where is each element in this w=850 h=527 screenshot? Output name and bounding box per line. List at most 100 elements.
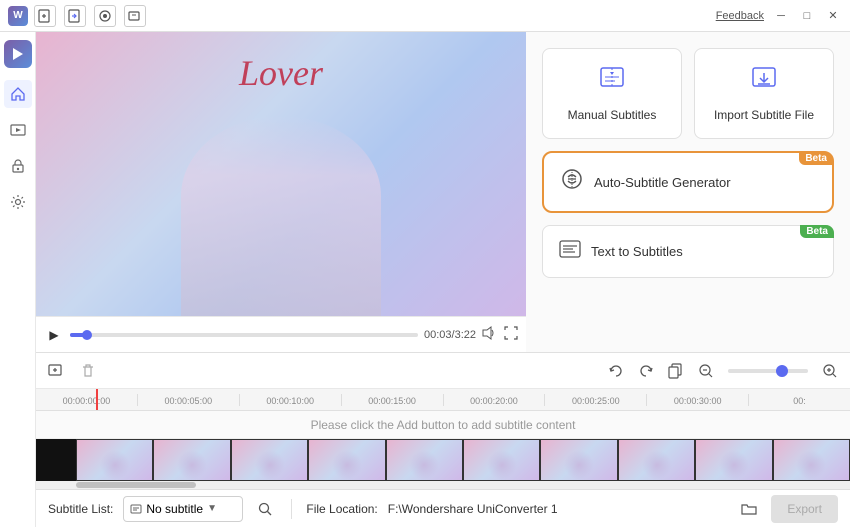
zoom-in-button[interactable] — [818, 359, 842, 383]
thumb-frame-3 — [231, 439, 308, 481]
text-to-subtitles-card[interactable]: Text to Subtitles Beta — [542, 225, 834, 278]
auto-subtitle-beta-badge: Beta — [799, 152, 833, 165]
timeline-ruler: 00:00:00:00 00:00:05:00 00:00:10:00 00:0… — [36, 389, 850, 411]
manual-subtitles-label: Manual Subtitles — [568, 108, 657, 122]
text-to-subtitles-icon — [559, 238, 581, 265]
zoom-slider[interactable] — [728, 369, 808, 373]
top-area: Lover ▶ 00:03/3:22 — [36, 32, 850, 352]
manual-subtitles-icon — [598, 65, 626, 100]
thumb-frame-9 — [695, 439, 772, 481]
ruler-tick-5: 00:00:25:00 — [544, 394, 646, 406]
export-tool[interactable] — [124, 5, 146, 27]
zoom-thumb — [776, 365, 788, 377]
right-panel: Manual Subtitles Import Subtitle File — [526, 32, 850, 352]
time-display: 00:03/3:22 — [424, 329, 476, 341]
sidebar-item-settings[interactable] — [4, 188, 32, 216]
close-button[interactable]: ✕ — [824, 7, 842, 25]
bottom-bar: Subtitle List: No subtitle ▼ File Locati… — [36, 489, 850, 527]
thumb-frame-1 — [76, 439, 153, 481]
ruler-tick-7: 00: — [748, 394, 850, 406]
search-button[interactable] — [253, 497, 277, 521]
subtitle-select-icon — [130, 503, 142, 515]
scrollbar-thumb — [76, 482, 196, 488]
timeline-content: Please click the Add button to add subti… — [36, 411, 850, 489]
subtitle-list-label: Subtitle List: — [48, 502, 113, 516]
redo-button[interactable] — [634, 359, 658, 383]
text-to-subtitles-beta-badge: Beta — [800, 225, 834, 238]
progress-dot — [82, 330, 92, 340]
ruler-tick-1: 00:00:05:00 — [137, 394, 239, 406]
sidebar-item-lock[interactable] — [4, 152, 32, 180]
ruler-ticks: 00:00:00:00 00:00:05:00 00:00:10:00 00:0… — [36, 394, 850, 406]
timeline-tools-right — [604, 359, 842, 383]
video-title-overlay: Lover — [239, 52, 323, 94]
title-bar-left: W — [8, 5, 146, 27]
import-subtitle-icon — [750, 65, 778, 100]
file-path-display: F:\Wondershare UniConverter 1 — [388, 502, 728, 516]
export-button[interactable]: Export — [771, 495, 838, 523]
delete-tool[interactable] — [76, 359, 100, 383]
main-content: Lover ▶ 00:03/3:22 — [0, 32, 850, 527]
ruler-tick-4: 00:00:20:00 — [443, 394, 545, 406]
maximize-button[interactable]: □ — [798, 7, 816, 25]
text-to-subtitles-label: Text to Subtitles — [591, 244, 683, 259]
auto-subtitle-card[interactable]: Auto-Subtitle Generator Beta — [542, 151, 834, 213]
content-area: Lover ▶ 00:03/3:22 — [36, 32, 850, 527]
thumb-frame-5 — [386, 439, 463, 481]
app-logo: W — [8, 6, 28, 26]
new-project-tool[interactable] — [34, 5, 56, 27]
subtitle-placeholder: Please click the Add button to add subti… — [36, 411, 850, 439]
sidebar-item-home[interactable] — [4, 80, 32, 108]
ruler-tick-6: 00:00:30:00 — [646, 394, 748, 406]
title-bar: W — [0, 0, 850, 32]
separator-1 — [291, 499, 292, 519]
video-controls: ▶ 00:03/3:22 — [36, 316, 526, 352]
thumb-frame-10 — [773, 439, 850, 481]
minimize-button[interactable]: ─ — [772, 7, 790, 25]
folder-button[interactable] — [737, 497, 761, 521]
import-subtitle-label: Import Subtitle File — [714, 108, 814, 122]
title-bar-tools — [34, 5, 146, 27]
thumb-frame-7 — [540, 439, 617, 481]
video-thumbnail-row — [36, 439, 850, 481]
copy-tool[interactable] — [664, 359, 688, 383]
subtitle-list-select[interactable]: No subtitle ▼ — [123, 496, 243, 522]
import-tool[interactable] — [64, 5, 86, 27]
subtitle-select-value: No subtitle — [146, 502, 203, 516]
thumb-frame-8 — [618, 439, 695, 481]
progress-bar[interactable] — [70, 333, 418, 337]
feedback-link[interactable]: Feedback — [716, 10, 764, 22]
fullscreen-icon[interactable] — [504, 326, 518, 343]
undo-button[interactable] — [604, 359, 628, 383]
ruler-tick-3: 00:00:15:00 — [341, 394, 443, 406]
title-bar-right: Feedback ─ □ ✕ — [716, 7, 842, 25]
sidebar-item-media[interactable] — [4, 116, 32, 144]
timeline-area: 00:00:00:00 00:00:05:00 00:00:10:00 00:0… — [36, 352, 850, 489]
video-background: Lover — [36, 32, 526, 316]
timeline-scrollbar[interactable] — [36, 481, 850, 489]
ruler-tick-0: 00:00:00:00 — [36, 394, 137, 406]
import-subtitle-option[interactable]: Import Subtitle File — [694, 48, 834, 139]
auto-subtitle-icon — [560, 167, 584, 197]
subtitle-placeholder-text: Please click the Add button to add subti… — [311, 418, 576, 432]
zoom-out-button[interactable] — [694, 359, 718, 383]
timeline-tools-left — [44, 359, 100, 383]
timeline-toolbar — [36, 353, 850, 389]
play-button[interactable]: ▶ — [44, 325, 64, 345]
auto-subtitle-label: Auto-Subtitle Generator — [594, 175, 731, 190]
volume-icon[interactable] — [482, 326, 496, 343]
thumb-frame-6 — [463, 439, 540, 481]
subtitle-options-row: Manual Subtitles Import Subtitle File — [542, 48, 834, 139]
video-person-silhouette — [181, 116, 381, 316]
add-subtitle-tool[interactable] — [44, 359, 68, 383]
thumb-frame-4 — [308, 439, 385, 481]
file-location-label: File Location: — [306, 502, 377, 516]
thumbnail-black-start — [36, 439, 76, 481]
thumb-frame-2 — [153, 439, 230, 481]
manual-subtitles-option[interactable]: Manual Subtitles — [542, 48, 682, 139]
sidebar — [0, 32, 36, 527]
subtitle-select-arrow: ▼ — [207, 503, 217, 514]
sidebar-logo — [4, 40, 32, 68]
record-tool[interactable] — [94, 5, 116, 27]
thumbnail-strip — [76, 439, 850, 481]
